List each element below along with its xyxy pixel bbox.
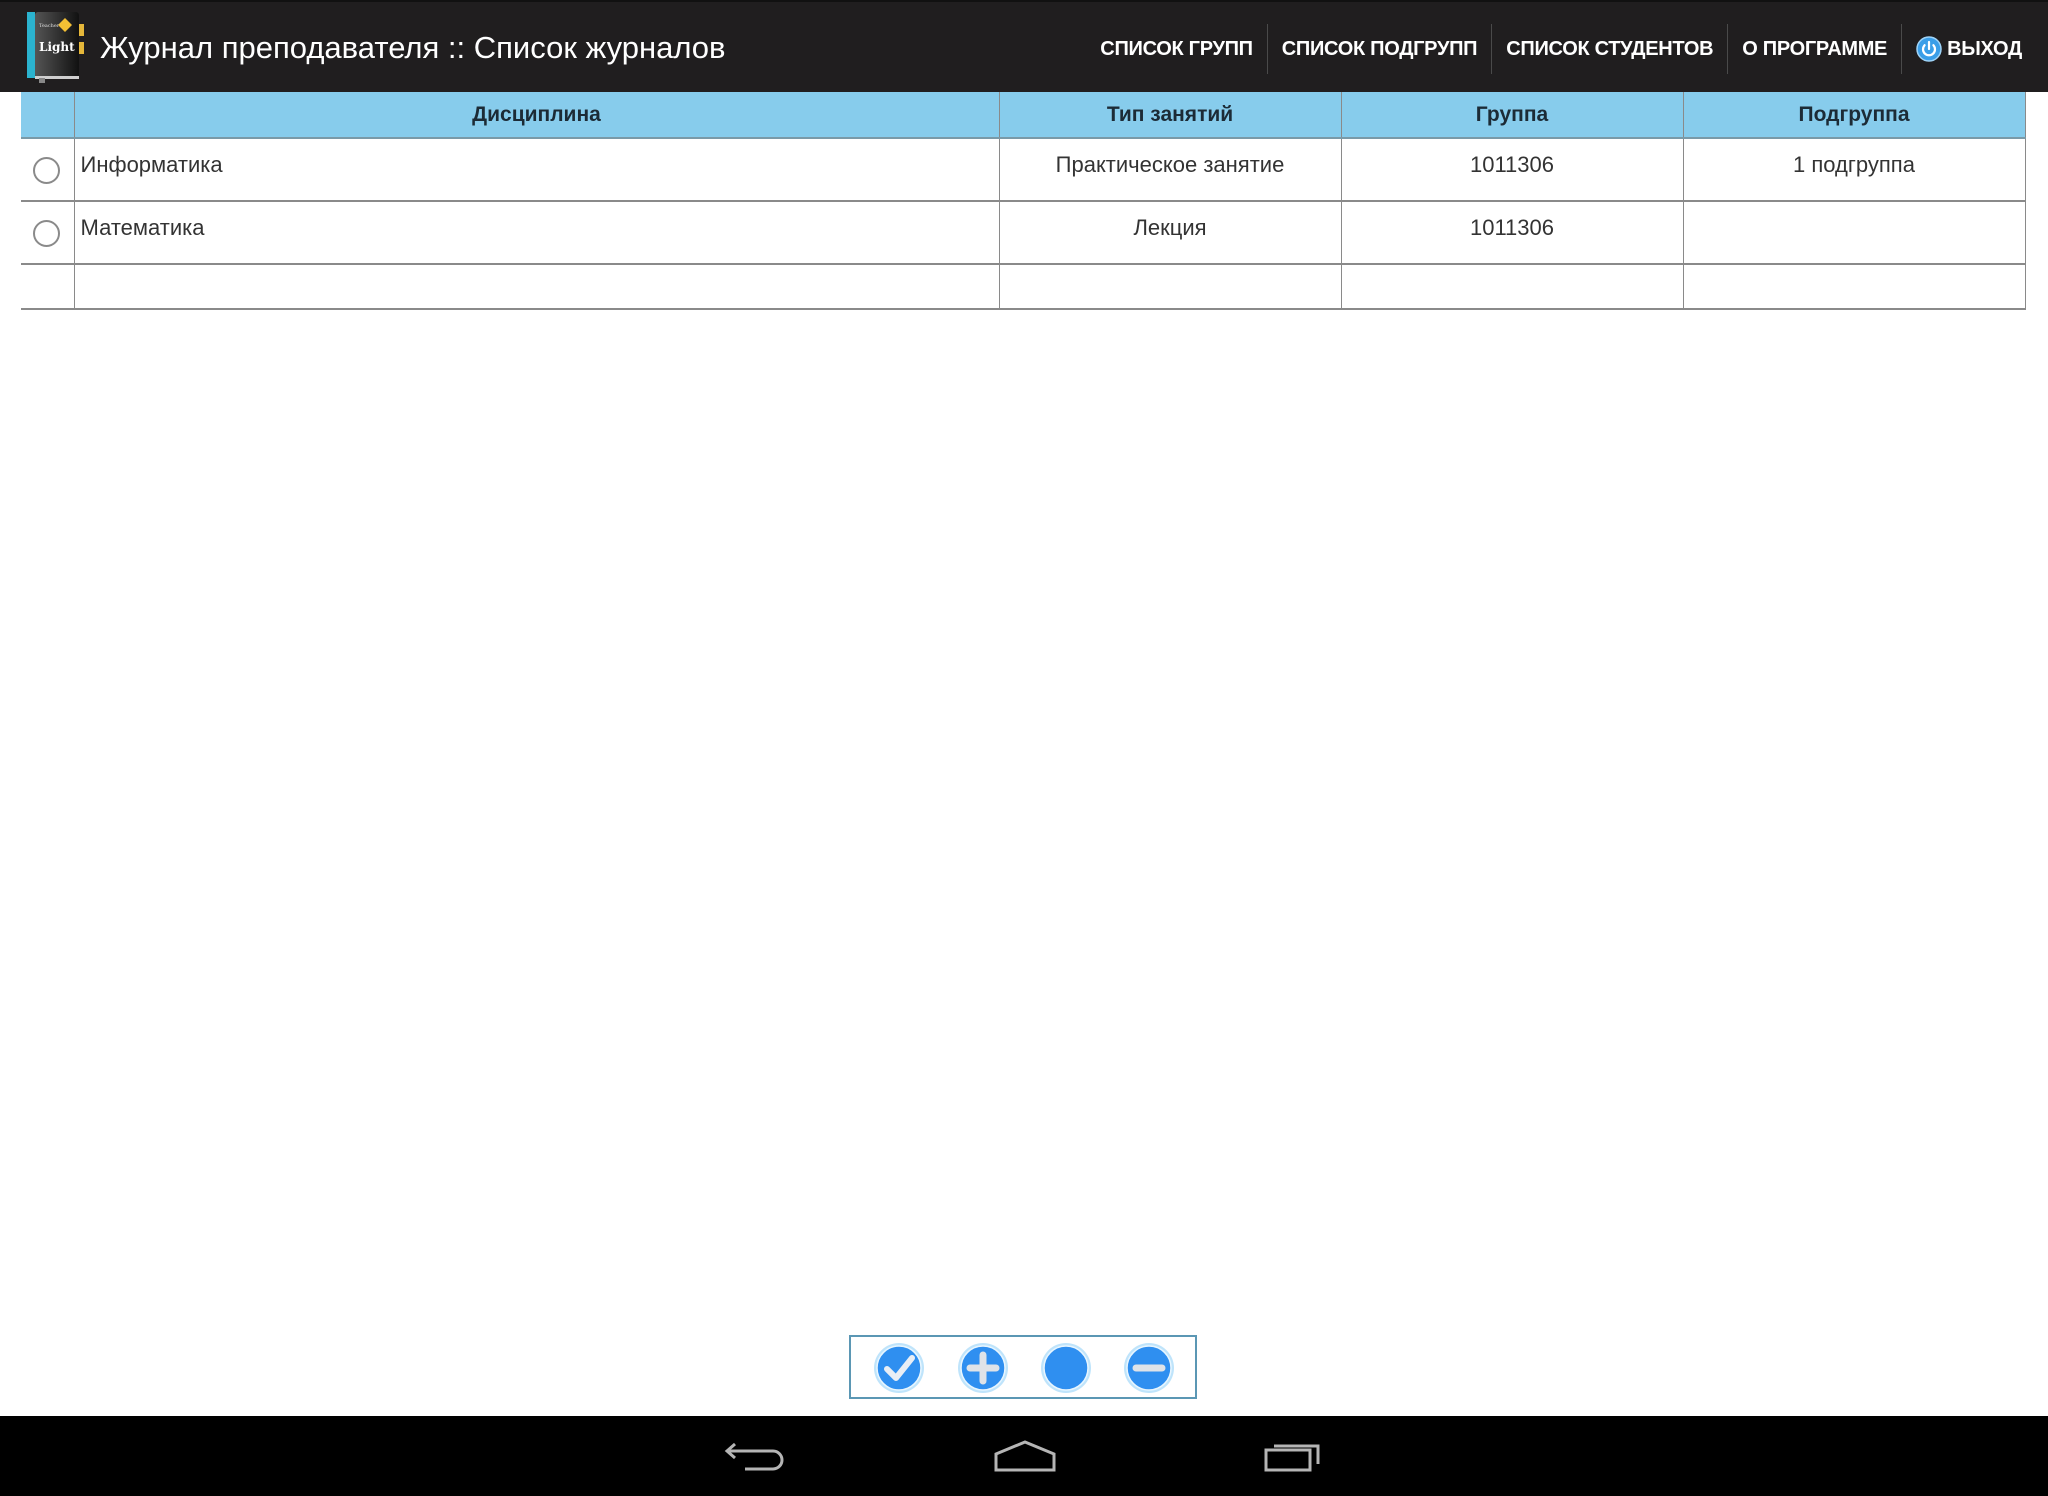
discipline-text: Математика xyxy=(80,215,205,240)
menu-exit[interactable]: ВЫХОД xyxy=(1902,24,2036,74)
menu-students-list[interactable]: СПИСОК СТУДЕНТОВ xyxy=(1492,24,1727,74)
empty-cell xyxy=(73,264,999,310)
check-icon[interactable] xyxy=(873,1342,925,1394)
bottom-toolbar xyxy=(849,1335,1197,1399)
discipline-cell: Математика xyxy=(73,201,999,265)
menu-subgroups-list[interactable]: СПИСОК ПОДГРУПП xyxy=(1268,24,1491,74)
group-cell: 1011306 xyxy=(1340,201,1683,265)
discipline-cell: Информатика xyxy=(73,138,999,202)
group-cell: 1011306 xyxy=(1340,138,1683,202)
column-header-select xyxy=(21,92,74,139)
menu-label: СПИСОК СТУДЕНТОВ xyxy=(1506,38,1714,60)
empty-cell xyxy=(1682,264,2026,310)
power-icon xyxy=(1916,36,1942,62)
subgroup-cell xyxy=(1682,201,2026,265)
top-menu: СПИСОК ГРУПП СПИСОК ПОДГРУПП СПИСОК СТУД… xyxy=(1086,24,2036,74)
column-header-discipline: Дисциплина xyxy=(73,92,999,139)
subgroup-text: 1 подгруппа xyxy=(1793,152,1915,177)
empty-cell xyxy=(21,264,74,310)
circle-icon[interactable] xyxy=(1040,1342,1092,1394)
action-bar: Teacher Light Журнал преподавателя :: Сп… xyxy=(0,0,2048,92)
row-radio-button[interactable] xyxy=(33,157,60,184)
recent-apps-icon[interactable] xyxy=(1260,1436,1330,1476)
column-header-subgroup: Подгруппа xyxy=(1682,92,2026,139)
journals-table: Дисциплина Тип занятий Группа Подгруппа … xyxy=(21,92,2026,310)
table-row[interactable]: Математика Лекция 1011306 xyxy=(21,201,2026,265)
group-text: 1011306 xyxy=(1469,215,1554,240)
column-header-lesson-type: Тип занятий xyxy=(998,92,1341,139)
plus-icon[interactable] xyxy=(957,1342,1009,1394)
home-icon[interactable] xyxy=(990,1436,1060,1476)
empty-cell xyxy=(998,264,1341,310)
lesson-type-cell: Лекция xyxy=(998,201,1341,265)
select-cell xyxy=(21,138,74,202)
menu-label: ВЫХОД xyxy=(1947,38,2022,60)
column-header-group: Группа xyxy=(1340,92,1683,139)
discipline-text: Информатика xyxy=(80,152,223,177)
subgroup-cell: 1 подгруппа xyxy=(1682,138,2026,202)
menu-label: СПИСОК ПОДГРУПП xyxy=(1281,38,1478,60)
lesson-type-text: Лекция xyxy=(1133,215,1207,240)
svg-text:Light: Light xyxy=(39,40,75,54)
menu-label: О ПРОГРАММЕ xyxy=(1742,38,1888,60)
table-header-row: Дисциплина Тип занятий Группа Подгруппа xyxy=(21,92,2026,139)
back-icon[interactable] xyxy=(723,1436,793,1476)
menu-groups-list[interactable]: СПИСОК ГРУПП xyxy=(1086,24,1266,74)
lesson-type-cell: Практическое занятие xyxy=(998,138,1341,202)
menu-about[interactable]: О ПРОГРАММЕ xyxy=(1728,24,1901,74)
system-navigation-bar xyxy=(0,1416,2048,1496)
lesson-type-text: Практическое занятие xyxy=(1055,152,1285,177)
select-cell xyxy=(21,201,74,265)
row-radio-button[interactable] xyxy=(33,220,60,247)
table-row[interactable]: Информатика Практическое занятие 1011306… xyxy=(21,138,2026,202)
empty-cell xyxy=(1340,264,1683,310)
table-row-empty xyxy=(21,264,2026,310)
menu-label: СПИСОК ГРУПП xyxy=(1100,38,1253,60)
app-logo-icon: Teacher Light xyxy=(27,12,84,83)
group-text: 1011306 xyxy=(1469,152,1554,177)
page-title: Журнал преподавателя :: Список журналов xyxy=(100,30,726,65)
svg-text:Teacher: Teacher xyxy=(39,23,60,29)
minus-icon[interactable] xyxy=(1123,1342,1175,1394)
